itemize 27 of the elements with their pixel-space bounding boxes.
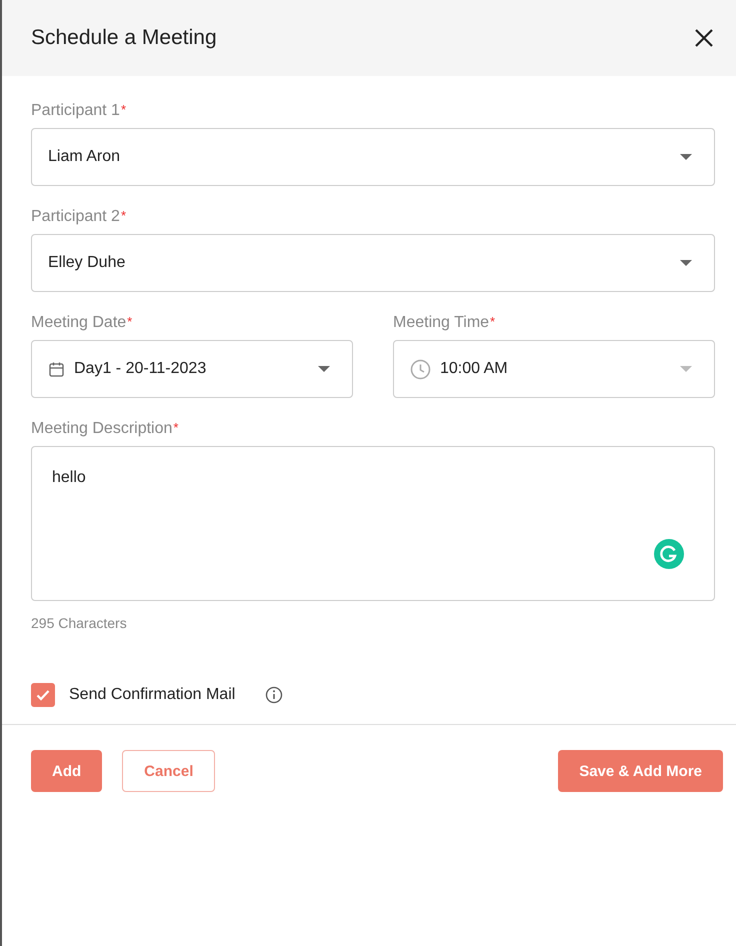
description-field[interactable]: hello (31, 446, 715, 601)
required-mark: * (490, 314, 496, 329)
dropdown-field[interactable]: Elley Duhe (31, 234, 715, 292)
field-label: Meeting Date (31, 314, 126, 331)
character-counter: 295 Characters (31, 615, 128, 631)
checkbox-label: Send Confirmation Mail (69, 686, 236, 704)
dropdown-field[interactable]: Day1 - 20-11-2023 (31, 340, 353, 398)
field-label: Participant 1 (31, 102, 120, 119)
clock-icon (410, 358, 431, 380)
info-icon[interactable] (265, 686, 284, 704)
required-mark: * (173, 420, 178, 435)
required-mark: * (120, 102, 126, 117)
caret-icon (680, 260, 692, 266)
close-icon[interactable] (695, 29, 713, 47)
field-label: Meeting Description (31, 420, 172, 437)
calendar-icon (48, 360, 65, 378)
dropdown-field[interactable]: Liam Aron (31, 128, 715, 186)
caret-icon (318, 366, 330, 372)
field-label: Participant 2 (31, 208, 120, 225)
caret-icon (680, 154, 692, 160)
field-label: Meeting Time (393, 314, 490, 331)
dropdown-field[interactable]: 10:00 AM (393, 340, 715, 398)
required-mark: * (127, 314, 132, 329)
caret-icon (680, 366, 692, 372)
checkbox[interactable] (31, 683, 55, 707)
required-mark: * (120, 208, 126, 223)
dialog-title: Schedule a Meeting (31, 26, 217, 50)
